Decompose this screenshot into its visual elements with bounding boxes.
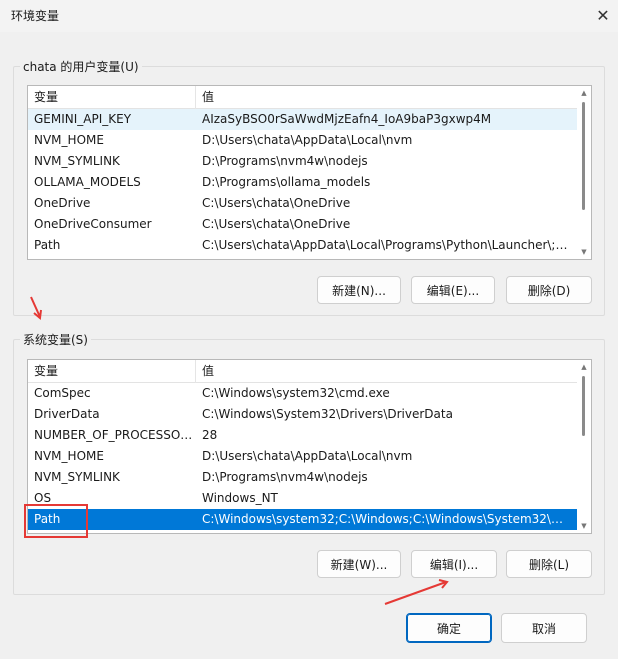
vertical-scrollbar[interactable]: ▲ ▼ [577, 360, 591, 533]
variable-value: D:\Users\chata\AppData\Local\nvm [202, 449, 413, 463]
variable-name: ComSpec [34, 386, 91, 400]
user-delete-button[interactable]: 删除(D) [506, 276, 592, 304]
path-highlight-box [24, 504, 88, 538]
table-row[interactable]: NVM_HOME D:\Users\chata\AppData\Local\nvm [28, 130, 577, 151]
cancel-button[interactable]: 取消 [501, 613, 587, 643]
user-variables-list[interactable]: 变量 值 GEMINI_API_KEY AIzaSyBSO0rSaWwdMjzEa… [27, 85, 592, 260]
user-variables-rows: GEMINI_API_KEY AIzaSyBSO0rSaWwdMjzEafn4_I… [28, 109, 577, 259]
variable-name: NVM_HOME [34, 133, 104, 147]
table-row[interactable]: OLLAMA_MODELS D:\Programs\ollama_models [28, 172, 577, 193]
variable-value: 28 [202, 428, 218, 442]
list-header: 变量 值 [28, 360, 577, 383]
table-row[interactable]: OneDrive C:\Users\chata\OneDrive [28, 193, 577, 214]
column-header-variable[interactable]: 变量 [28, 360, 196, 383]
table-row[interactable]: NVM_HOME D:\Users\chata\AppData\Local\nvm [28, 446, 577, 467]
column-header-variable[interactable]: 变量 [28, 86, 196, 109]
table-row[interactable]: ComSpec C:\Windows\system32\cmd.exe [28, 383, 577, 404]
variable-value: D:\Programs\nvm4w\nodejs [202, 154, 368, 168]
scroll-down-icon[interactable]: ▼ [577, 245, 591, 259]
table-row[interactable]: Path C:\Users\chata\AppData\Local\Program… [28, 235, 577, 256]
variable-name: DriverData [34, 407, 100, 421]
variable-name: Path [34, 238, 61, 252]
variable-name: NVM_SYMLINK [34, 470, 120, 484]
scroll-thumb[interactable] [582, 102, 585, 210]
close-icon[interactable]: ✕ [588, 0, 618, 30]
ok-button[interactable]: 确定 [406, 613, 492, 643]
column-header-value[interactable]: 值 [196, 360, 577, 383]
variable-value: C:\Users\chata\AppData\Local\Programs\Py… [202, 238, 571, 252]
scroll-down-icon[interactable]: ▼ [577, 519, 591, 533]
variable-value: C:\Users\chata\OneDrive [202, 196, 351, 210]
variable-name: GEMINI_API_KEY [34, 112, 132, 126]
user-edit-button[interactable]: 编辑(E)... [411, 276, 495, 304]
table-row[interactable]: OS Windows_NT [28, 488, 577, 509]
variable-value: C:\Windows\system32\cmd.exe [202, 386, 390, 400]
system-delete-button[interactable]: 删除(L) [506, 550, 592, 578]
variable-name: OLLAMA_MODELS [34, 175, 141, 189]
variable-value: D:\Programs\nvm4w\nodejs [202, 470, 368, 484]
system-new-button[interactable]: 新建(W)... [317, 550, 401, 578]
table-row[interactable]: DriverData C:\Windows\System32\Drivers\Dr… [28, 404, 577, 425]
system-variables-rows: ComSpec C:\Windows\system32\cmd.exe Driver… [28, 383, 577, 533]
system-variables-list[interactable]: 变量 值 ComSpec C:\Windows\system32\cmd.exe D… [27, 359, 592, 534]
variable-value: C:\Windows\system32;C:\Windows;C:\Window… [202, 512, 571, 526]
variable-name: NVM_HOME [34, 449, 104, 463]
table-row[interactable]: GEMINI_API_KEY AIzaSyBSO0rSaWwdMjzEafn4_I… [28, 109, 577, 130]
table-row[interactable]: NVM_SYMLINK D:\Programs\nvm4w\nodejs [28, 467, 577, 488]
scroll-up-icon[interactable]: ▲ [577, 86, 591, 100]
variable-name: OneDriveConsumer [34, 217, 152, 231]
variable-value: C:\Users\chata\OneDrive [202, 217, 351, 231]
vertical-scrollbar[interactable]: ▲ ▼ [577, 86, 591, 259]
table-row[interactable]: NVM_SYMLINK D:\Programs\nvm4w\nodejs [28, 151, 577, 172]
column-header-value[interactable]: 值 [196, 86, 577, 109]
variable-name: OneDrive [34, 196, 91, 210]
variable-name: NUMBER_OF_PROCESSORS [34, 428, 194, 442]
table-row[interactable]: OneDriveConsumer C:\Users\chata\OneDrive [28, 214, 577, 235]
variable-value: AIzaSyBSO0rSaWwdMjzEafn4_IoA9baP3gxwp4M [202, 112, 492, 126]
system-edit-button[interactable]: 编辑(I)... [411, 550, 497, 578]
variable-value: Windows_NT [202, 491, 278, 505]
user-variables-title: chata 的用户变量(U) [23, 60, 139, 74]
window-title: 环境变量 [11, 9, 60, 23]
variable-name: NVM_SYMLINK [34, 154, 120, 168]
list-header: 变量 值 [28, 86, 577, 109]
user-new-button[interactable]: 新建(N)... [317, 276, 401, 304]
scroll-up-icon[interactable]: ▲ [577, 360, 591, 374]
variable-value: C:\Windows\System32\Drivers\DriverData [202, 407, 453, 421]
system-variables-title: 系统变量(S) [23, 333, 88, 347]
variable-value: D:\Users\chata\AppData\Local\nvm [202, 133, 413, 147]
scroll-thumb[interactable] [582, 376, 585, 436]
table-row[interactable]: NUMBER_OF_PROCESSORS 28 [28, 425, 577, 446]
variable-value: D:\Programs\ollama_models [202, 175, 371, 189]
table-row[interactable]: Path C:\Windows\system32;C:\Windows;C:\Wi… [28, 509, 577, 530]
title-bar: 环境变量 ✕ [0, 0, 618, 32]
